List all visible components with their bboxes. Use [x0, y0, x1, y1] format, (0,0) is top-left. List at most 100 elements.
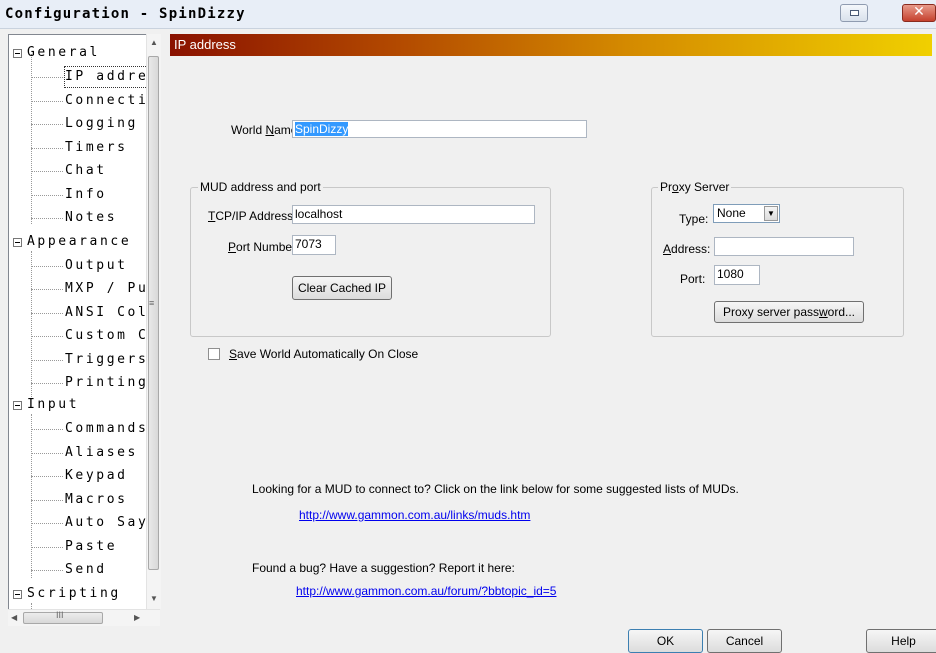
proxy-password-button[interactable]: Proxy server password...	[714, 301, 864, 323]
tree-branch	[31, 171, 63, 172]
tree-branch	[31, 523, 63, 524]
tree-item-ansi-colour[interactable]: ANSI Colo	[65, 303, 159, 323]
save-automatically-checkbox[interactable]	[208, 348, 220, 360]
collapse-minus-icon[interactable]	[13, 590, 22, 599]
ok-button[interactable]: OK	[628, 629, 703, 653]
tree-item-info[interactable]: Info	[65, 185, 107, 205]
minimize-button[interactable]	[840, 4, 868, 22]
tree-line	[31, 414, 32, 578]
tree-item-send[interactable]: Send	[65, 560, 107, 580]
scroll-grip-icon: III	[56, 610, 64, 620]
tree-item-keypad[interactable]: Keypad	[65, 466, 128, 486]
proxy-address-input[interactable]	[714, 237, 854, 256]
tree-item-timers[interactable]: Timers	[65, 138, 128, 158]
label-text: xy Server	[678, 180, 730, 194]
tree-branch	[31, 313, 63, 314]
tree-item-commands[interactable]: Commands	[65, 419, 148, 439]
tree-branch	[31, 453, 63, 454]
label-hotkey: P	[228, 240, 237, 254]
scrollbar-thumb[interactable]: III	[23, 610, 103, 624]
scroll-left-icon[interactable]: ◀	[11, 613, 17, 622]
proxy-type-value: None	[717, 206, 746, 220]
tree-item-output[interactable]: Output	[65, 256, 128, 276]
clear-cached-ip-button[interactable]: Clear Cached IP	[292, 276, 392, 300]
proxy-type-select[interactable]: None ▼	[713, 204, 780, 223]
tree-item-chat[interactable]: Chat	[65, 161, 107, 181]
tree-item-input[interactable]: Input	[27, 395, 79, 415]
tree-branch	[31, 148, 63, 149]
tree-vertical-scrollbar[interactable]: ▲ ≡ ▼	[146, 34, 161, 609]
label-text: ort Number:	[236, 240, 300, 254]
tree-item-aliases[interactable]: Aliases	[65, 443, 138, 463]
label-hotkey: N	[265, 123, 275, 137]
label-text: World	[231, 123, 266, 137]
proxy-address-label: Address:	[663, 242, 710, 256]
tree-item-macros[interactable]: Macros	[65, 490, 128, 510]
label-text: ord...	[827, 305, 856, 319]
help-button[interactable]: Help	[866, 629, 936, 653]
collapse-minus-icon[interactable]	[13, 401, 22, 410]
proxy-server-group-title: Proxy Server	[658, 180, 732, 194]
label-text: CP/IP Address:	[215, 209, 297, 223]
tree-branch	[31, 101, 63, 102]
mud-address-group-title: MUD address and port	[198, 180, 323, 194]
tree-item-notes[interactable]: Notes	[65, 208, 117, 228]
collapse-minus-icon[interactable]	[13, 238, 22, 247]
label-text: ave World Automatically On Close	[237, 347, 419, 361]
bug-report-link[interactable]: http://www.gammon.com.au/forum/?bbtopic_…	[296, 584, 556, 598]
proxy-port-input[interactable]: 1080	[714, 265, 760, 285]
cancel-button[interactable]: Cancel	[707, 629, 782, 653]
tree-branch	[31, 195, 63, 196]
proxy-port-label: Port:	[680, 272, 706, 286]
tree-branch	[31, 218, 63, 219]
bug-report-info-text: Found a bug? Have a suggestion? Report i…	[252, 561, 515, 575]
tree-branch	[31, 266, 63, 267]
port-number-label: Port Number:	[228, 240, 299, 254]
category-tree[interactable]: General IP addres Connectin Logging Time…	[8, 34, 160, 626]
port-number-input[interactable]: 7073	[292, 235, 336, 255]
tree-branch	[31, 289, 63, 290]
tree-item-printing[interactable]: Printing	[65, 373, 148, 393]
tree-branch	[31, 77, 63, 78]
tree-item-triggers[interactable]: Triggers	[65, 350, 148, 370]
tree-branch	[31, 429, 63, 430]
close-icon: ✕	[913, 4, 925, 20]
tree-item-mxp[interactable]: MXP / Pue	[65, 279, 159, 299]
collapse-minus-icon[interactable]	[13, 49, 22, 58]
mud-list-link[interactable]: http://www.gammon.com.au/links/muds.htm	[299, 508, 530, 522]
tree-item-appearance[interactable]: Appearance	[27, 232, 131, 252]
scroll-right-icon[interactable]: ▶	[134, 613, 140, 622]
chevron-down-icon[interactable]: ▼	[764, 206, 778, 221]
tree-item-ip-address[interactable]: IP addres	[64, 66, 159, 88]
tree-branch	[31, 383, 63, 384]
scroll-down-icon[interactable]: ▼	[150, 594, 158, 603]
tree-item-scripting[interactable]: Scripting	[27, 584, 121, 604]
tree-item-auto-say[interactable]: Auto Say	[65, 513, 148, 533]
tcp-address-input[interactable]: localhost	[292, 205, 535, 224]
tree-branch	[31, 124, 63, 125]
save-automatically-label[interactable]: Save World Automatically On Close	[229, 347, 418, 361]
label-text: Proxy server pass	[722, 305, 819, 319]
tree-horizontal-scrollbar[interactable]: ◀ III ▶	[8, 609, 160, 626]
window-title: Configuration - SpinDizzy	[5, 6, 246, 22]
mud-list-info-text: Looking for a MUD to connect to? Click o…	[252, 482, 739, 496]
minimize-icon	[850, 10, 859, 16]
world-name-input[interactable]: SpinDizzy	[292, 120, 587, 138]
label-hotkey: o	[672, 180, 679, 194]
tree-item-logging[interactable]: Logging	[65, 114, 138, 134]
tree-item-general[interactable]: General	[27, 43, 100, 63]
scrollbar-thumb[interactable]	[148, 56, 159, 570]
proxy-type-label: Type:	[679, 212, 709, 226]
label-hotkey: w	[819, 305, 828, 319]
tree-item-custom-colour[interactable]: Custom Co	[65, 326, 159, 346]
scroll-up-icon[interactable]: ▲	[150, 38, 158, 47]
tree-branch	[31, 570, 63, 571]
tree-item-connecting[interactable]: Connectin	[65, 91, 159, 111]
tree-item-paste[interactable]: Paste	[65, 537, 117, 557]
tree-branch	[31, 476, 63, 477]
world-name-value: SpinDizzy	[295, 122, 349, 136]
close-button[interactable]: ✕	[902, 4, 936, 22]
tree-branch	[31, 547, 63, 548]
scroll-grip-icon: ≡	[149, 298, 155, 308]
page-header-bar: IP address	[170, 34, 932, 56]
